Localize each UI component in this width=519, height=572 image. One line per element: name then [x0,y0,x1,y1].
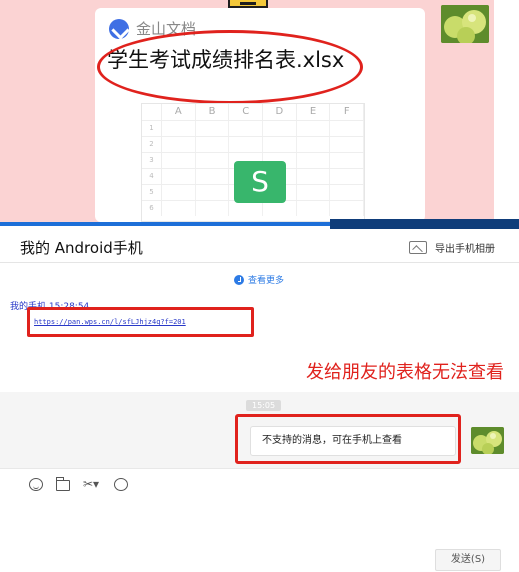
sheet-col-header: C [229,104,264,120]
sheet-col-header: D [263,104,297,120]
sheet-row: 2 [142,136,365,152]
divider-navy [330,219,519,229]
input-toolbar: ✂▾ [29,476,128,491]
sheet-col-header: A [162,104,196,120]
folder-icon[interactable] [56,476,70,491]
chat-icon[interactable] [114,478,128,491]
spreadsheet-preview: A B C D E F 1 2 3 4 5 6 S [141,103,365,222]
wps-sheet-icon: S [234,161,286,203]
red-highlight-ellipse [97,30,363,104]
apple-avatar[interactable] [471,427,504,454]
sheet-row-number: 4 [142,169,162,184]
sheet-row-number: 6 [142,201,162,216]
red-highlight-link-box [27,307,254,337]
sheet-col-header: E [297,104,331,120]
sheet-col-header: F [330,104,365,120]
red-highlight-message-box [235,414,461,464]
divider-band [0,219,519,229]
sheet-row-number: 2 [142,137,162,152]
file-share-card[interactable]: 金山文档 学生考试成绩排名表.xlsx A B C D E F 1 2 3 4 … [95,8,425,222]
divider-blue [0,222,330,226]
message-timestamp: 15:05 [246,400,282,411]
sheet-row-number: 3 [142,153,162,168]
sheet-corner [142,104,162,120]
clock-icon [234,274,244,285]
view-more-link[interactable]: 查看更多 [234,273,284,286]
file-icon-peek [228,0,268,8]
view-more-label: 查看更多 [248,276,285,286]
apple-avatar[interactable] [441,5,489,43]
export-photos-button[interactable]: 导出手机相册 [409,240,495,255]
scissors-icon[interactable]: ✂▾ [83,478,101,491]
image-icon [409,241,427,254]
kdocs-logo-icon [109,18,129,39]
chat-header: 我的 Android手机 导出手机相册 [0,229,519,263]
tab-notch [100,214,116,222]
sheet-row: 1 [142,120,365,136]
export-photos-label: 导出手机相册 [435,244,495,255]
sheet-row-number: 1 [142,121,162,136]
send-button[interactable]: 发送(S) [435,549,501,571]
screenshot-root: 金山文档 学生考试成绩排名表.xlsx A B C D E F 1 2 3 4 … [0,0,519,572]
sheet-row-number: 5 [142,185,162,200]
right-margin [494,0,519,222]
chat-title: 我的 Android手机 [20,239,143,257]
red-annotation: 发给朋友的表格无法查看 [306,362,504,383]
sheet-col-header: B [196,104,230,120]
mobile-screenshot: 金山文档 学生考试成绩排名表.xlsx A B C D E F 1 2 3 4 … [0,0,519,222]
sheet-column-headers: A B C D E F [142,104,365,120]
emoji-icon[interactable] [29,478,43,491]
